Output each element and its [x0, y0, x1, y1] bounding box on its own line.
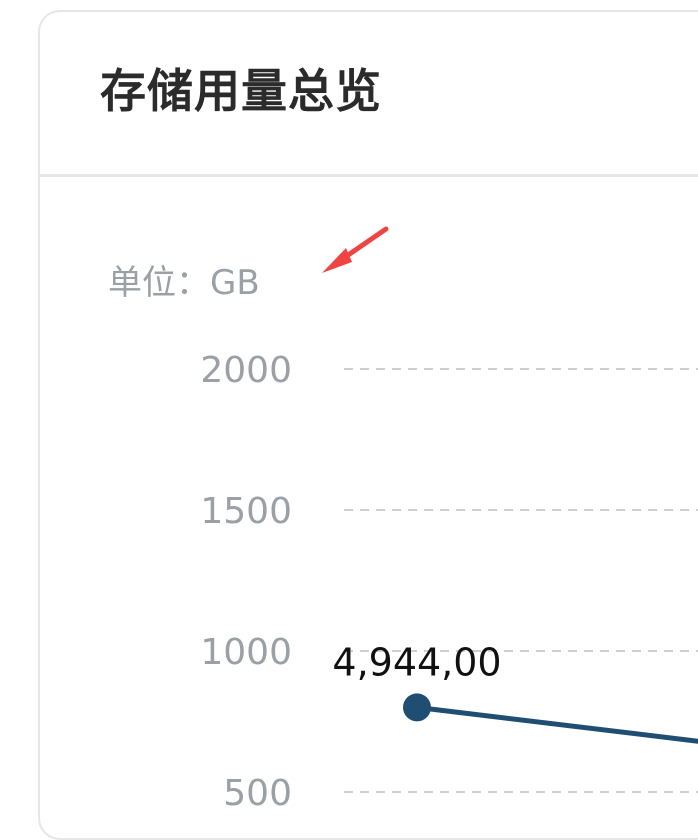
data-label: 4,944,00 [332, 640, 501, 684]
y-tick-label: 1500 [200, 491, 292, 532]
y-tick-label: 2000 [200, 350, 292, 391]
data-point[interactable] [403, 693, 431, 722]
series-layer [403, 693, 698, 744]
y-axis-ticks: 2000 1500 1000 500 [200, 350, 292, 814]
y-tick-label: 1000 [200, 632, 292, 673]
unit-label: 单位：GB [108, 263, 260, 303]
storage-line-chart: 单位：GB 2000 1500 1000 500 4,944,00 [108, 226, 698, 814]
grid-lines [344, 368, 698, 793]
red-arrow-icon [322, 226, 389, 273]
data-labels: 4,944,00 [332, 640, 501, 684]
series-line [414, 704, 698, 744]
y-tick-label: 500 [223, 773, 292, 814]
